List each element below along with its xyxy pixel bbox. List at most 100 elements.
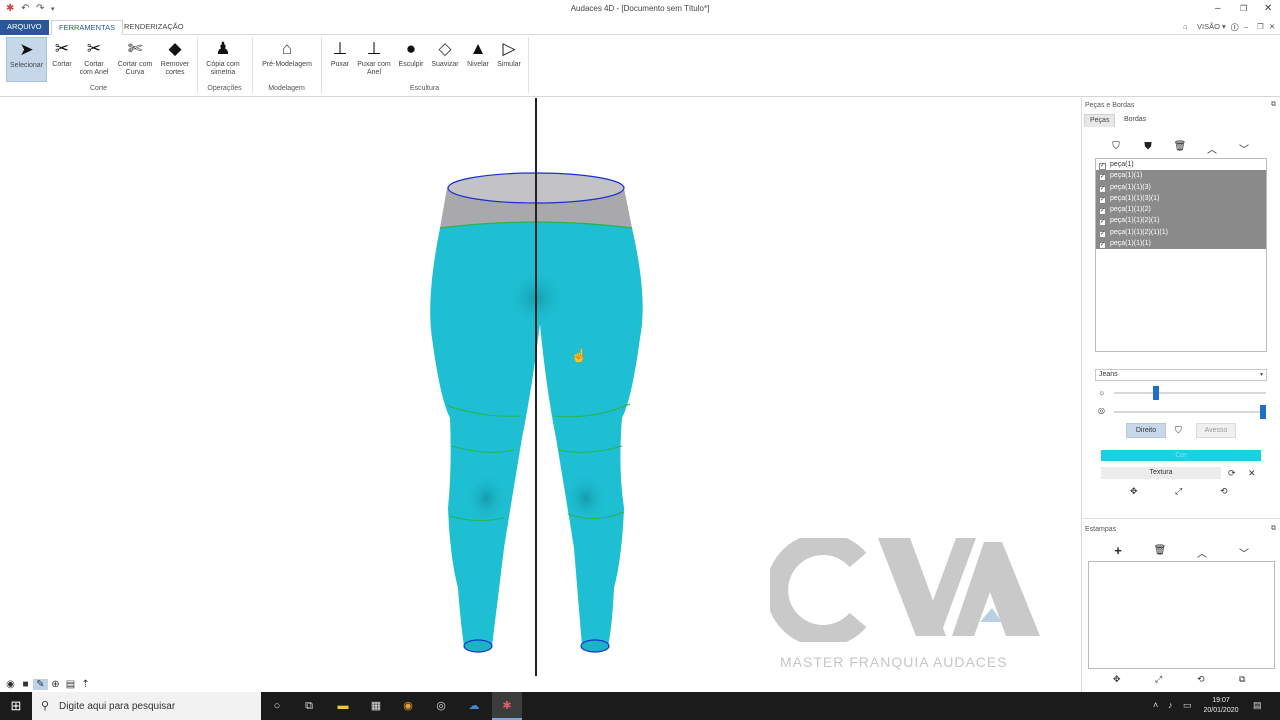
tab-ferramentas[interactable]: FERRAMENTAS [51,20,124,35]
cortar-com-curva-button[interactable]: ✄ Cortar com Curva [114,37,156,82]
stamp-down-icon[interactable]: ﹀ [1234,545,1254,560]
minimize-icon[interactable]: – [1215,3,1221,14]
delete-piece-icon[interactable]: 🗑 [1170,141,1190,152]
checkbox[interactable]: ✓ [1099,174,1106,182]
system-clock[interactable]: 19:07 20/01/2020 [1198,696,1244,716]
texture-button[interactable]: Textura [1101,467,1221,479]
panel-pin-icon[interactable]: ⧉ [1271,101,1276,109]
help-icon[interactable]: ⓘ [1231,22,1239,33]
restore-icon[interactable]: ❐ [1240,4,1247,13]
pin-icon[interactable]: ⇡ [78,679,93,690]
stamp-rotate-icon[interactable]: ⟲ [1197,674,1205,685]
stamp-up-icon[interactable]: ︿ [1192,545,1212,560]
windows-start-icon[interactable]: ⊞ [0,692,32,720]
app-circle-icon[interactable]: ◎ [433,698,449,714]
puxar-com-anel-button[interactable]: ⊥ Puxar com Anel [355,37,393,82]
group-piece-icon[interactable]: ⛊ [1138,141,1158,152]
checkbox[interactable]: ✓ [1099,196,1106,204]
file-explorer-icon[interactable]: ▬ [335,698,351,714]
tray-chevron-icon[interactable]: ˄ [1153,700,1158,710]
move-up-icon[interactable]: ︿ [1202,141,1222,156]
esculpir-label: Esculpir [398,61,424,68]
list-item[interactable]: ✓ peça(1)(1)(3)(1) [1096,192,1266,205]
list-item[interactable]: ✓ peça(1)(1)(2)(1) [1096,215,1266,227]
checkbox[interactable]: ✓ [1099,219,1106,227]
stamp-scale-icon[interactable]: ⤢ [1155,674,1162,685]
network-icon[interactable]: ▭ [1183,700,1192,711]
stamp-copy-icon[interactable]: ⧉ [1239,674,1245,685]
taskbar-search[interactable]: ⚲ Digite aqui para pesquisar [32,692,261,720]
copia-com-simetria-button[interactable]: ♟ Cópia com simetria [201,37,245,82]
ankle-opening-right[interactable] [580,639,610,653]
list-item[interactable]: ✓ peça(1)(1) [1096,170,1266,182]
tab-renderizacao[interactable]: RENDERIZAÇÃO [117,20,191,35]
brightness-slider[interactable] [1114,386,1266,400]
scale-icon[interactable]: ⤢ [1175,486,1182,497]
pull-icon: ⊥ [332,39,348,58]
cortar-com-anel-button[interactable]: ✂ Cortar com Anel [77,37,111,82]
tab-pecas[interactable]: Peças [1084,114,1116,127]
globe-icon[interactable]: ⊕ [48,679,63,690]
list-item[interactable]: ✓ peça(1)(1)(3) [1096,181,1266,193]
puxar-button[interactable]: ⊥ Puxar [327,37,353,82]
camera-icon[interactable]: ■ [18,679,33,690]
ribbon-close-icon[interactable]: ✕ [1269,22,1275,31]
chrome-icon[interactable]: ◉ [400,698,416,714]
direito-button[interactable]: Direito [1126,423,1166,438]
list-item[interactable]: ✓ peça(1) [1096,159,1266,170]
premodel-icon: ⌂ [281,39,293,58]
list-item[interactable]: ✓ peça(1)(1)(2) [1096,204,1266,216]
color-swatch[interactable]: Cor [1101,450,1261,461]
calculator-icon[interactable]: ▦ [368,698,384,714]
close-icon[interactable]: ✕ [1264,3,1272,14]
pre-modelagem-button[interactable]: ⌂ Pré-Modelagem [257,37,317,82]
audaces-app-icon[interactable]: ✱ [499,698,515,714]
visibility-slider[interactable] [1114,405,1266,419]
task-view-icon[interactable]: ⧉ [301,698,317,714]
checkbox[interactable]: ✓ [1099,163,1106,170]
pieces-list[interactable]: ✓ peça(1) ✓ peça(1)(1) ✓ peça(1)(1)(3) ✓ peç… [1095,158,1267,352]
view-menu[interactable]: VISÃO ▾ [1197,22,1226,31]
tab-bordas[interactable]: Bordas [1119,114,1151,127]
checkbox[interactable]: ✓ [1099,242,1106,250]
checkbox[interactable]: ✓ [1099,208,1106,216]
stamps-pin-icon[interactable]: ⧉ [1271,525,1276,533]
move-down-icon[interactable]: ﹀ [1234,141,1254,156]
onedrive-icon[interactable]: ☁ [466,698,482,714]
notifications-icon[interactable]: ▤ [1253,700,1262,711]
grid-icon[interactable]: ▤ [63,679,78,690]
tab-arquivo[interactable]: ARQUIVO [0,20,49,35]
avesso-button[interactable]: Avesso [1196,423,1236,438]
brightness-slider-thumb[interactable] [1153,386,1160,400]
volume-icon[interactable]: ♪ [1168,700,1173,710]
selecionar-button[interactable]: ➤ Selecionar [6,37,47,82]
list-item[interactable]: ✓ peça(1)(1)(1) [1096,238,1266,250]
refresh-icon[interactable]: ⟳ [1228,468,1236,479]
ribbon-minimize-icon[interactable]: – [1244,22,1248,31]
nivelar-button[interactable]: ▲ Nivelar [463,37,493,82]
stamps-list[interactable] [1088,561,1275,669]
add-stamp-icon[interactable]: + [1108,543,1128,558]
ankle-opening-left[interactable] [463,639,493,653]
checkbox[interactable]: ✓ [1099,230,1106,238]
delete-stamp-icon[interactable]: 🗑 [1150,545,1170,556]
cortana-icon[interactable]: ○ [269,698,285,714]
checkbox[interactable]: ✓ [1099,185,1106,193]
visibility-slider-thumb[interactable] [1260,405,1266,419]
remove-texture-icon[interactable]: ✕ [1248,468,1256,479]
ribbon-restore-icon[interactable]: ❐ [1257,22,1264,31]
eye-toggle-icon[interactable]: ◉ [3,679,18,690]
stamp-move-icon[interactable]: ✥ [1113,674,1121,685]
cortar-button[interactable]: ✂ Cortar [48,37,76,82]
remover-cortes-button[interactable]: ◆ Remover cortes [158,37,192,82]
simular-button[interactable]: ▷ Simular [494,37,524,82]
suavizar-button[interactable]: ◇ Suavizar [429,37,461,82]
add-piece-icon[interactable]: ⛉ [1106,141,1126,152]
material-select[interactable]: Jeans ▾ [1095,369,1267,381]
esculpir-button[interactable]: ● Esculpir [395,37,427,82]
rotate-icon[interactable]: ⟲ [1220,486,1228,497]
list-item[interactable]: ✓ peça(1)(1)(2)(1)(1) [1096,226,1266,239]
pencil-icon[interactable]: ✎ [33,679,48,690]
move-icon[interactable]: ✥ [1130,486,1138,497]
3d-viewport[interactable]: ☝ MASTER FRANQUIA AUDACES ◉ ■ ✎ ⊕ ▤ ⇡ [0,98,1080,692]
